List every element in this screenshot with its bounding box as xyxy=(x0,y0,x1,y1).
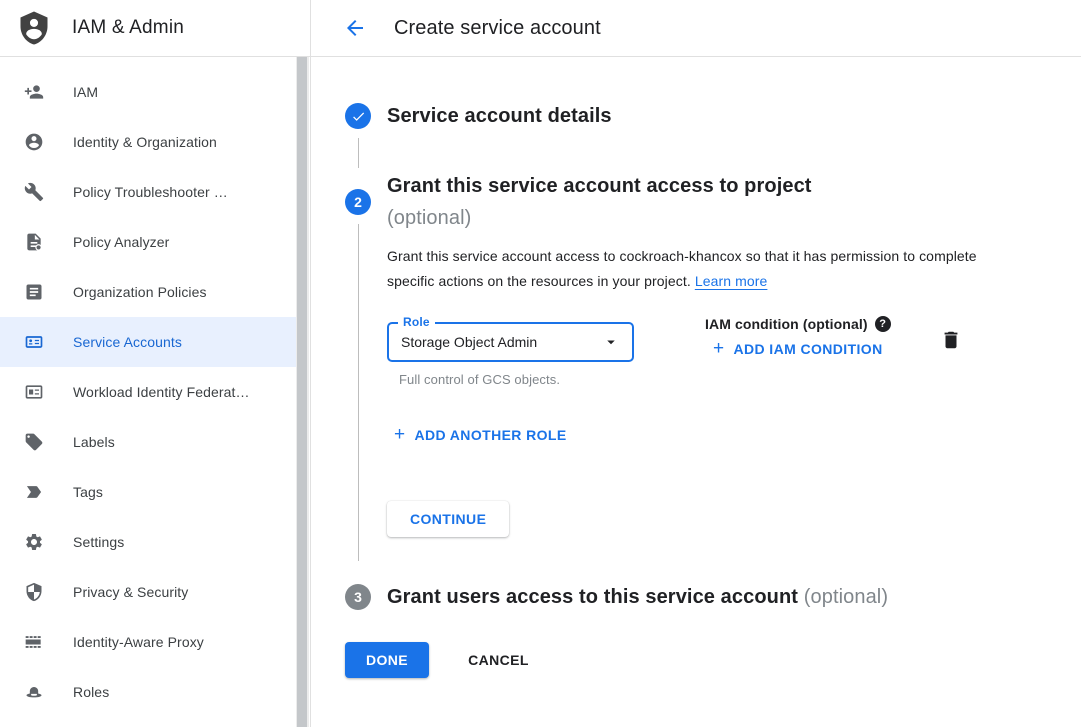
sidebar-item-label: Tags xyxy=(73,484,103,500)
sidebar: IAM & Admin IAM Identity & Organization xyxy=(0,0,311,727)
sidebar-item-labels[interactable]: Labels xyxy=(0,417,297,467)
step1-title: Service account details xyxy=(387,100,1081,132)
sidebar-scrollbar[interactable] xyxy=(296,57,309,727)
step3-number: 3 xyxy=(354,589,362,605)
shield-icon xyxy=(24,582,44,602)
done-button[interactable]: DONE xyxy=(345,642,429,678)
scrollbar-thumb[interactable] xyxy=(297,57,307,727)
role-row: Role Storage Object Admin Full control o… xyxy=(387,322,1081,387)
iap-icon xyxy=(24,632,44,652)
sidebar-item-settings[interactable]: Settings xyxy=(0,517,297,567)
step2-title-text: Grant this service account access to pro… xyxy=(387,175,812,197)
plus-icon: + xyxy=(394,428,406,442)
step2-number: 2 xyxy=(354,194,362,210)
sidebar-item-identity-organization[interactable]: Identity & Organization xyxy=(0,117,297,167)
chevron-down-icon xyxy=(602,333,620,351)
sidebar-item-roles[interactable]: Roles xyxy=(0,667,297,717)
iam-admin-shield-icon xyxy=(15,8,53,48)
step-service-account-details: Service account details xyxy=(345,100,1081,170)
sidebar-item-label: Workload Identity Federat… xyxy=(73,384,250,400)
role-select[interactable]: Role Storage Object Admin xyxy=(387,322,634,362)
workload-identity-icon xyxy=(24,382,44,402)
sidebar-item-label: Policy Troubleshooter … xyxy=(73,184,228,200)
add-iam-condition-label: ADD IAM CONDITION xyxy=(733,341,882,357)
sidebar-item-identity-aware-proxy[interactable]: Identity-Aware Proxy xyxy=(0,617,297,667)
step1-rail xyxy=(345,100,371,170)
app-window: IAM & Admin IAM Identity & Organization xyxy=(0,0,1081,727)
sidebar-item-iam[interactable]: IAM xyxy=(0,67,297,117)
step-grant-access-to-project: 2 Grant this service account access to p… xyxy=(345,170,1081,563)
sidebar-nav: IAM Identity & Organization Policy Troub… xyxy=(0,57,310,717)
page-title: Create service account xyxy=(394,17,601,40)
learn-more-link[interactable]: Learn more xyxy=(695,273,768,289)
page-header: Create service account xyxy=(311,0,1081,57)
policy-analyzer-icon xyxy=(24,232,44,252)
step2-title: Grant this service account access to pro… xyxy=(387,170,1081,234)
step2-description: Grant this service account access to coc… xyxy=(387,244,979,294)
step3-rail: 3 xyxy=(345,581,371,613)
add-another-role-label: ADD ANOTHER ROLE xyxy=(415,427,567,443)
org-policies-icon xyxy=(24,282,44,302)
step3-title-text: Grant users access to this service accou… xyxy=(387,586,798,608)
step3-optional-label: (optional) xyxy=(804,586,888,608)
step2-description-text: Grant this service account access to coc… xyxy=(387,248,977,289)
step1-complete-check-icon xyxy=(345,103,371,129)
cancel-button[interactable]: CANCEL xyxy=(460,642,537,678)
step2-number-badge: 2 xyxy=(345,189,371,215)
sidebar-item-policy-analyzer[interactable]: Policy Analyzer xyxy=(0,217,297,267)
step-connector-line xyxy=(358,138,359,168)
sidebar-item-label: Identity-Aware Proxy xyxy=(73,634,204,650)
person-add-icon xyxy=(24,82,44,102)
sidebar-item-label: IAM xyxy=(73,84,98,100)
help-icon[interactable]: ? xyxy=(875,316,891,332)
role-field-label: Role xyxy=(398,315,435,329)
sidebar-item-tags[interactable]: Tags xyxy=(0,467,297,517)
sidebar-item-workload-identity-federation[interactable]: Workload Identity Federat… xyxy=(0,367,297,417)
identity-icon xyxy=(24,132,44,152)
footer-actions: DONE CANCEL xyxy=(345,642,1081,678)
sidebar-item-label: Identity & Organization xyxy=(73,134,217,150)
sidebar-item-label: Settings xyxy=(73,534,124,550)
wizard-content: Service account details 2 Grant this ser… xyxy=(311,57,1081,678)
role-selected-value: Storage Object Admin xyxy=(401,334,602,350)
sidebar-item-label: Organization Policies xyxy=(73,284,207,300)
sidebar-item-label: Labels xyxy=(73,434,115,450)
tag-icon xyxy=(24,482,44,502)
add-another-role-button[interactable]: + ADD ANOTHER ROLE xyxy=(394,427,567,443)
trash-icon xyxy=(940,329,962,351)
step-connector-line xyxy=(358,224,359,561)
role-helper-text: Full control of GCS objects. xyxy=(399,372,634,387)
main-panel: Create service account Service account d… xyxy=(311,0,1081,727)
continue-button[interactable]: CONTINUE xyxy=(387,501,509,537)
role-column: Role Storage Object Admin Full control o… xyxy=(387,322,634,387)
hat-icon xyxy=(24,682,44,702)
sidebar-item-label: Roles xyxy=(73,684,109,700)
wrench-icon xyxy=(24,182,44,202)
sidebar-item-organization-policies[interactable]: Organization Policies xyxy=(0,267,297,317)
sidebar-item-policy-troubleshooter[interactable]: Policy Troubleshooter … xyxy=(0,167,297,217)
sidebar-header: IAM & Admin xyxy=(0,0,310,57)
service-accounts-icon xyxy=(24,332,44,352)
sidebar-item-label: Privacy & Security xyxy=(73,584,188,600)
step-grant-users-access: 3 Grant users access to this service acc… xyxy=(345,581,1081,613)
iam-condition-column: IAM condition (optional) ? + ADD IAM CON… xyxy=(705,316,891,387)
sidebar-item-service-accounts[interactable]: Service Accounts xyxy=(0,317,297,367)
step3-number-badge: 3 xyxy=(345,584,371,610)
step3-title: Grant users access to this service accou… xyxy=(387,581,1081,613)
sidebar-item-label: Policy Analyzer xyxy=(73,234,169,250)
iam-condition-label: IAM condition (optional) xyxy=(705,316,868,332)
sidebar-item-privacy-security[interactable]: Privacy & Security xyxy=(0,567,297,617)
add-iam-condition-button[interactable]: + ADD IAM CONDITION xyxy=(713,341,883,357)
step2-rail: 2 xyxy=(345,170,371,563)
arrow-back-icon xyxy=(343,16,367,40)
gear-icon xyxy=(24,532,44,552)
back-button[interactable] xyxy=(337,10,373,46)
label-icon xyxy=(24,432,44,452)
plus-icon: + xyxy=(713,342,725,356)
delete-role-button[interactable] xyxy=(940,329,962,351)
sidebar-title: IAM & Admin xyxy=(72,17,184,39)
step2-optional-label: (optional) xyxy=(387,207,471,229)
sidebar-item-label: Service Accounts xyxy=(73,334,182,350)
